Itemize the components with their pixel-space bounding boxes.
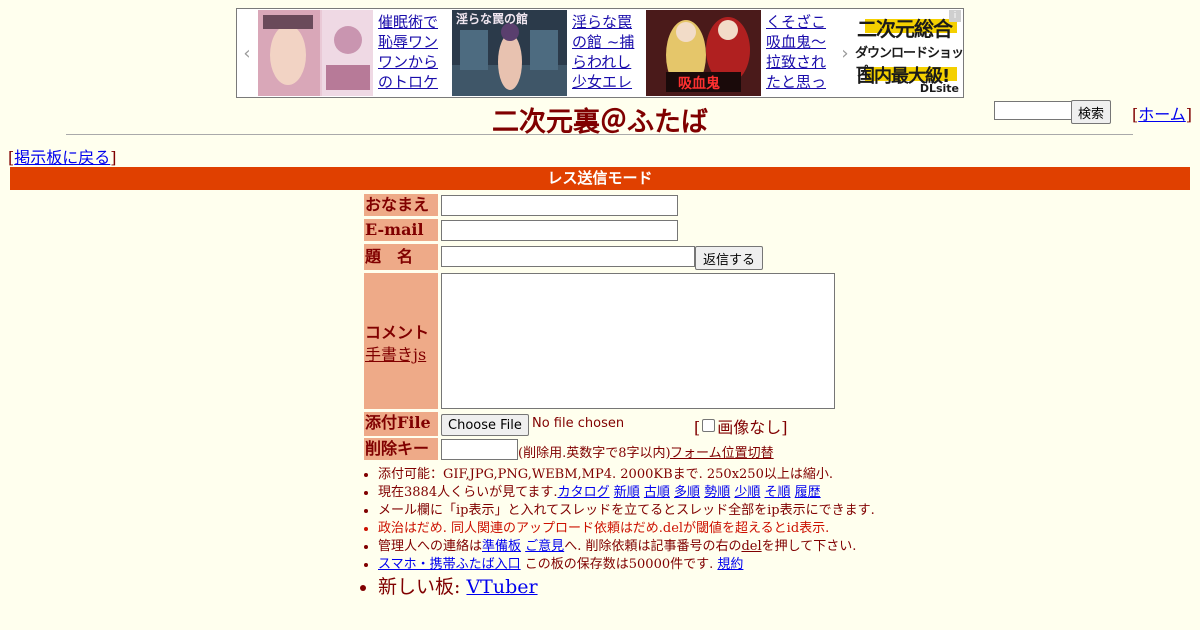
sort-old-link[interactable]: 古順 [644,485,670,500]
dlsite-logo: DLsite [919,82,959,95]
rule-text: を押して下さい. [761,539,857,554]
delete-key-label: 削除キー [364,438,438,460]
new-board-label: 新しい板: [378,576,461,598]
rule-item: メール欄に「ip表示」と入れてスレッドを立てるとスレッド全部をip表示にできます… [378,502,878,520]
dlsite-ad[interactable]: 二次元総合 ダウンロードショップ 国内最大級! DLsite [853,9,964,97]
rule-item: 添付可能：GIF,JPG,PNG,WEBM,MP4. 2000KBまで. 250… [378,466,878,484]
svg-text:淫らな罠の館: 淫らな罠の館 [456,11,528,26]
vtuber-board-link[interactable]: VTuber [466,576,537,598]
viewer-count-text: 現在3884人くらいが見てます. [378,485,558,500]
rule-item: 現在3884人くらいが見てます.カタログ 新順 古順 多順 勢順 少順 そ順 履… [378,484,878,502]
del-link[interactable]: del [741,539,761,554]
rule-item: 管理人への連絡は準備板 ご意見へ. 削除依頼は記事番号の右のdelを押して下さい… [378,538,878,556]
ad-title[interactable]: 淫らな罠の館 ~捕らわれし少女エレ [572,12,640,92]
handwrite-link[interactable]: 手書きjs [365,341,426,365]
ad-info-icon[interactable]: i [949,10,961,22]
back-to-board-link[interactable]: 掲示板に戻る [14,148,110,167]
mobile-entrance-link[interactable]: スマホ・携帯ふたば入口 [378,557,521,572]
reply-mode-bar: レス送信モード [10,167,1190,190]
comment-label-cell: コメント 手書きjs [364,273,438,409]
prep-board-link[interactable]: 準備板 [482,539,521,554]
file-label: 添付File [364,412,438,436]
rule-text: この板の保存数は50000件です. [524,557,714,572]
catalog-link[interactable]: カタログ [558,485,610,500]
chevron-right-icon[interactable]: › [835,9,855,97]
rule-text-warning: 政治はだめ. 同人関連のアップロード依頼はだめ.delが閾値を超えるとid表示. [378,521,830,536]
rule-text: へ. 削除依頼は記事番号の右の [564,539,742,554]
back-link-wrapper: [掲示板に戻る] [8,148,117,167]
ad-brand-line1: 二次元総合 [857,17,953,41]
rule-text: 管理人への連絡は [378,539,483,554]
sort-few-link[interactable]: 少順 [734,485,760,500]
ad-thumbnail[interactable] [258,10,373,96]
delete-key-note: (削除用.英数字で8字以内) [518,446,671,461]
name-label: おなまえ [364,194,438,216]
terms-link[interactable]: 規約 [717,557,743,572]
rule-item: 政治はだめ. 同人関連のアップロード依頼はだめ.delが閾値を超えるとid表示. [378,520,878,538]
divider [66,134,1133,135]
choose-file-button[interactable]: Choose File [441,414,529,436]
history-link[interactable]: 履歴 [795,485,821,500]
ad-banner[interactable]: ‹ 催眠術で恥辱ワンワンからのトロケ 淫らな罠の館 淫らな罠の館 ~捕らわれし少… [236,8,964,98]
sort-so-link[interactable]: そ順 [765,485,791,500]
rules-list: 添付可能：GIF,JPG,PNG,WEBM,MP4. 2000KBまで. 250… [362,466,878,600]
no-image-option[interactable]: [画像なし] [694,414,788,438]
no-image-label: 画像なし [717,418,782,437]
reply-button[interactable]: 返信する [695,246,764,270]
subject-field[interactable] [441,246,695,267]
rule-text: 添付可能：GIF,JPG,PNG,WEBM,MP4. 2000KBまで. 250… [378,467,833,482]
feedback-link[interactable]: ご意見 [525,539,564,554]
sort-many-link[interactable]: 多順 [674,485,700,500]
chevron-left-icon[interactable]: ‹ [237,9,257,97]
comment-textarea[interactable] [441,273,835,409]
ad-thumbnail[interactable]: 吸血鬼 [646,10,761,96]
ad-title[interactable]: 催眠術で恥辱ワンワンからのトロケ [378,12,446,92]
no-image-checkbox[interactable] [702,419,716,432]
delete-key-field[interactable] [441,439,518,460]
subject-label: 題 名 [364,244,438,270]
no-file-chosen-text: No file chosen [532,416,625,431]
ad-thumbnail[interactable]: 淫らな罠の館 [452,10,567,96]
sort-momentum-link[interactable]: 勢順 [704,485,730,500]
rule-item: 新しい板: VTuber [378,574,878,600]
rule-text: メール欄に「ip表示」と入れてスレッドを立てるとスレッド全部をip表示にできます… [378,503,875,518]
email-label: E-mail [364,219,438,241]
sort-new-link[interactable]: 新順 [614,485,640,500]
comment-label: コメント [365,323,430,342]
rule-item: スマホ・携帯ふたば入口 この板の保存数は50000件です. 規約 [378,556,878,574]
svg-text:吸血鬼: 吸血鬼 [678,75,720,92]
email-field[interactable] [441,220,678,241]
name-field[interactable] [441,195,678,216]
ad-title[interactable]: くそざこ吸血鬼～拉致されたと思っ [766,12,834,92]
form-position-toggle[interactable]: フォーム位置切替 [670,442,774,461]
